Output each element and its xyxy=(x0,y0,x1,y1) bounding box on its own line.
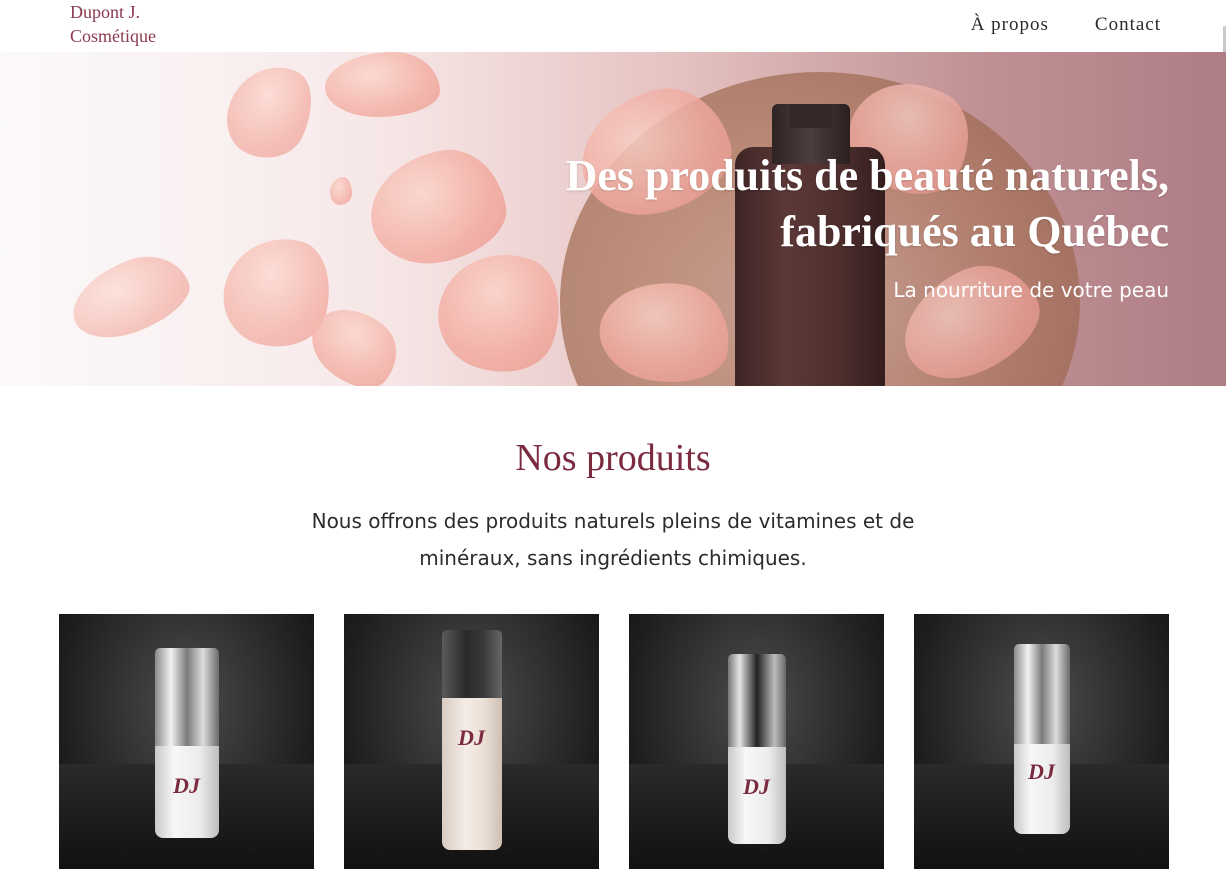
hero-subtitle: La nourriture de votre peau xyxy=(893,278,1169,302)
logo-line-2: Cosmétique xyxy=(70,26,156,46)
product-monogram: DJ xyxy=(458,725,485,750)
brand-logo[interactable]: Dupont J. Cosmétique xyxy=(70,0,156,48)
jar-cap xyxy=(1013,644,1070,744)
nav-link-about[interactable]: À propos xyxy=(971,14,1049,36)
site-header: Dupont J. Cosmétique À propos Contact xyxy=(0,0,1226,52)
product-monogram: DJ xyxy=(1028,759,1055,784)
product-jar-image: DJ xyxy=(154,648,219,838)
main-nav: À propos Contact xyxy=(971,14,1161,36)
product-card[interactable]: DJ xyxy=(59,614,314,869)
products-description: Nous offrons des produits naturels plein… xyxy=(311,509,915,570)
products-title: Nos produits xyxy=(515,437,711,479)
hero-banner: Des produits de beauté naturels, fabriqu… xyxy=(0,52,1226,386)
product-card[interactable]: DJ xyxy=(344,614,599,869)
product-grid: DJ DJ DJ DJ xyxy=(59,614,1169,869)
logo-line-1: Dupont J. xyxy=(70,2,141,22)
jar-body xyxy=(441,698,502,850)
nav-link-contact[interactable]: Contact xyxy=(1095,14,1161,36)
hero-title-line-2: fabriqués au Québec xyxy=(780,207,1169,256)
jar-cap xyxy=(727,654,786,749)
product-card[interactable]: DJ xyxy=(914,614,1169,869)
jar-cap xyxy=(441,630,502,700)
product-jar-image: DJ xyxy=(1013,644,1070,834)
jar-cap xyxy=(154,648,219,748)
jar-body xyxy=(1013,744,1070,834)
hero-title: Des produits de beauté naturels, fabriqu… xyxy=(469,148,1169,260)
hero-title-line-1: Des produits de beauté naturels, xyxy=(565,151,1169,200)
product-monogram: DJ xyxy=(743,774,770,799)
product-card[interactable]: DJ xyxy=(629,614,884,869)
product-jar-image: DJ xyxy=(441,630,502,850)
product-monogram: DJ xyxy=(173,773,200,798)
product-jar-image: DJ xyxy=(727,654,786,844)
